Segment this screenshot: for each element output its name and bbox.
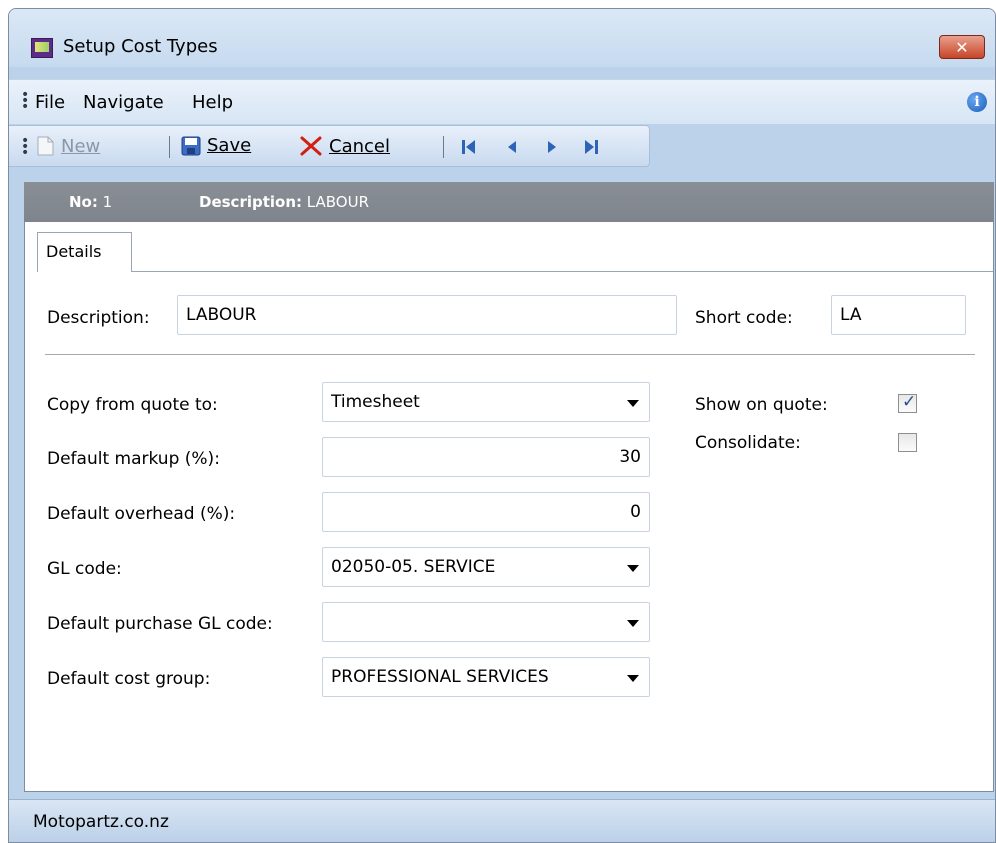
record-number-label: No: [69,193,98,211]
record-number-value: 1 [102,193,113,211]
default-cost-group-select[interactable]: PROFESSIONAL SERVICES [322,657,650,697]
description-value: LABOUR [186,305,257,325]
consolidate-label: Consolidate: [695,433,801,453]
new-button[interactable]: New [35,135,100,157]
short-code-label: Short code: [695,308,793,328]
menu-help[interactable]: Help [192,92,233,113]
section-divider [45,354,975,355]
gl-code-value: 02050-05. SERVICE [331,557,496,577]
record-description-value: LABOUR [306,193,369,211]
menu-navigate[interactable]: Navigate [83,92,164,113]
toolbar-grip-icon: • • • [21,133,30,161]
previous-record-icon[interactable] [504,139,520,159]
menu-file[interactable]: File [35,92,65,113]
show-on-quote-label: Show on quote: [695,395,828,415]
default-overhead-input[interactable]: 0 [322,492,650,532]
copy-from-quote-value: Timesheet [331,392,420,412]
cancel-label: Cancel [329,135,390,157]
toolbar: • • • New Save Cancel [9,125,650,167]
show-on-quote-checkbox[interactable]: ✓ [898,392,917,413]
menu-bar: • • • File Navigate Help i [9,79,995,124]
chevron-down-icon [627,675,639,682]
default-markup-label: Default markup (%): [47,449,220,469]
toolbar-separator [443,136,444,158]
save-icon [181,136,201,155]
gl-code-label: GL code: [47,559,122,579]
save-label: Save [207,135,252,156]
default-purchase-gl-select[interactable] [322,602,650,642]
first-record-icon[interactable] [461,139,477,159]
chevron-down-icon [627,620,639,627]
chevron-down-icon [627,400,639,407]
checkmark-icon: ✓ [902,392,917,412]
description-input[interactable]: LABOUR [177,295,677,335]
menu-grip-icon: • • • [21,87,30,115]
chevron-down-icon [627,565,639,572]
close-icon: ✕ [955,37,969,57]
record-description: Description: LABOUR [199,193,369,211]
status-company: Motopartz.co.nz [33,812,169,832]
copy-from-quote-select[interactable]: Timesheet [322,382,650,422]
close-button[interactable]: ✕ [939,35,985,59]
cancel-icon [300,136,322,156]
description-label: Description: [47,308,150,328]
setup-cost-types-window: Setup Cost Types ✕ • • • File Navigate Hel… [8,8,996,843]
status-bar: Motopartz.co.nz [9,799,995,842]
gl-code-select[interactable]: 02050-05. SERVICE [322,547,650,587]
default-cost-group-value: PROFESSIONAL SERVICES [331,667,549,687]
app-icon [31,38,53,58]
cancel-button[interactable]: Cancel [299,135,390,157]
record-description-label: Description: [199,193,303,211]
last-record-icon[interactable] [583,139,599,159]
record-header: No: 1 Description: LABOUR [24,182,994,222]
copy-from-quote-label: Copy from quote to: [47,395,218,415]
new-icon [37,136,54,156]
save-button[interactable]: Save [181,135,251,156]
default-overhead-label: Default overhead (%): [47,504,236,524]
default-markup-value: 30 [619,447,641,467]
default-cost-group-label: Default cost group: [47,669,211,689]
details-panel: Details Description: LABOUR Short code: … [24,222,994,792]
tab-details[interactable]: Details [37,232,132,272]
default-purchase-gl-label: Default purchase GL code: [47,614,273,634]
new-label: New [61,135,101,157]
info-icon[interactable]: i [967,92,987,112]
consolidate-checkbox[interactable] [898,433,917,452]
short-code-value: LA [840,305,862,325]
record-number: No: 1 [69,193,112,211]
window-title: Setup Cost Types [63,36,218,57]
toolbar-separator [169,136,170,158]
next-record-icon[interactable] [544,139,560,159]
default-markup-input[interactable]: 30 [322,437,650,477]
tab-strip-line [132,271,993,272]
short-code-input[interactable]: LA [831,295,966,335]
title-bar: Setup Cost Types ✕ [9,9,995,67]
default-overhead-value: 0 [630,502,641,522]
